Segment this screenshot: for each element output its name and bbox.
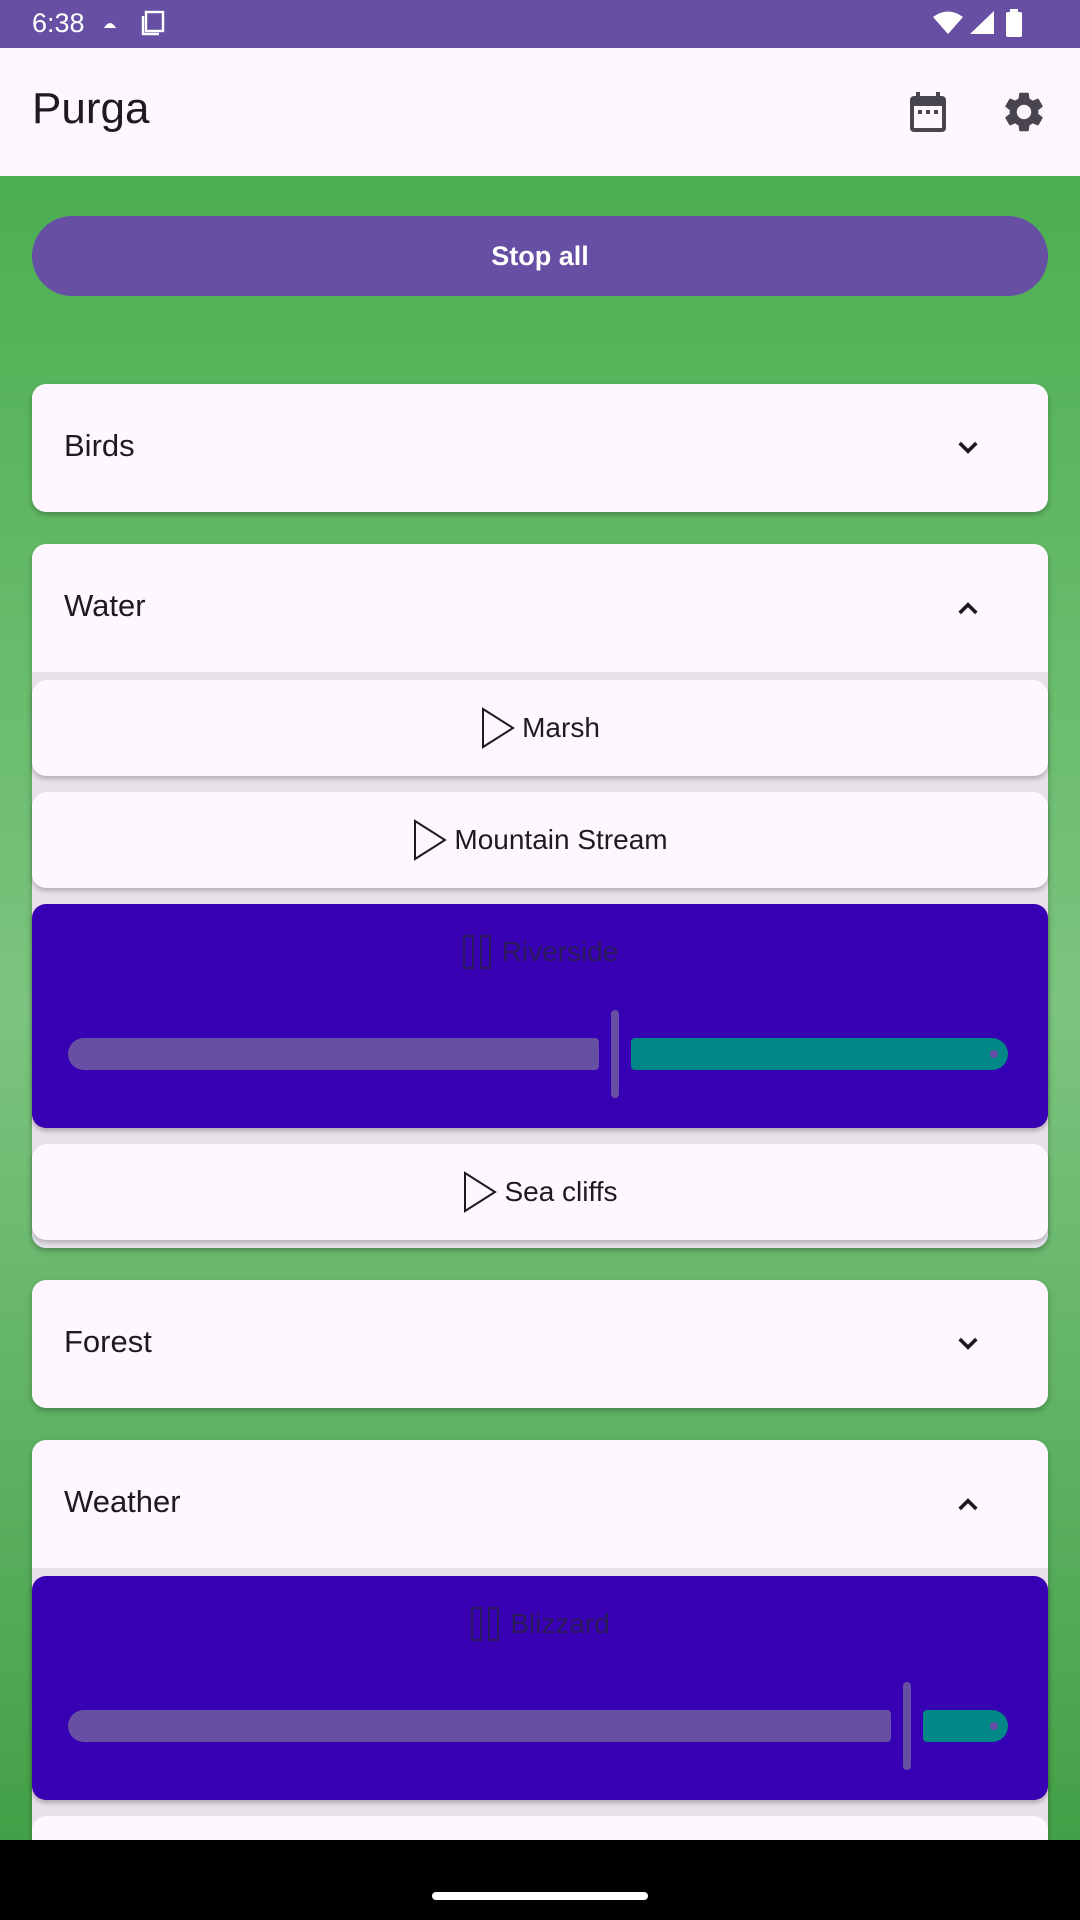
slider-inactive-track (631, 1038, 1008, 1070)
chevron-down-icon (958, 1337, 978, 1350)
calendar-icon[interactable] (904, 88, 952, 136)
slider-end-dot (990, 1050, 998, 1058)
chevron-down-icon (958, 441, 978, 454)
category-header-forest[interactable]: Forest (32, 1280, 1048, 1408)
sound-name: Sea cliffs (504, 1176, 618, 1207)
chevron-up-icon (958, 602, 978, 615)
category-water: Water Marsh Mountain Stream Riverside Se… (32, 544, 1048, 1248)
sound-item-riverside: Riverside (32, 904, 1048, 1128)
wifi-icon (933, 11, 963, 34)
sound-item-sea-cliffs[interactable]: Sea cliffs (32, 1144, 1048, 1240)
slider-thumb[interactable] (611, 1010, 619, 1098)
category-label: Water (64, 588, 146, 623)
slider-thumb[interactable] (903, 1682, 911, 1770)
chevron-up-icon (958, 1498, 978, 1511)
pause-icon (462, 935, 491, 969)
sound-name: Blizzard (510, 1608, 610, 1639)
category-forest: Forest (32, 1280, 1048, 1408)
slider-active-track (68, 1038, 599, 1070)
sound-name: Marsh (522, 712, 600, 743)
category-label: Forest (64, 1324, 152, 1359)
volume-slider-blizzard[interactable] (68, 1682, 1044, 1770)
play-icon (464, 1171, 498, 1213)
sound-item-marsh[interactable]: Marsh (32, 680, 1048, 776)
play-icon (414, 819, 448, 861)
play-icon (482, 707, 515, 749)
sound-item-blizzard: Blizzard (32, 1576, 1048, 1800)
sound-name: Mountain Stream (454, 824, 668, 855)
status-time: 6:38 (32, 8, 85, 38)
category-header-weather[interactable]: Weather (32, 1440, 1048, 1568)
category-birds: Birds (32, 384, 1048, 512)
category-header-water[interactable]: Water (32, 544, 1048, 672)
sound-name: Riverside (501, 936, 619, 967)
home-gesture-handle[interactable] (432, 1892, 648, 1900)
sound-item-mountain-stream[interactable]: Mountain Stream (32, 792, 1048, 888)
app-title: Purga (32, 84, 150, 133)
cell-signal-icon (970, 11, 994, 34)
navigation-bar (0, 1872, 1080, 1920)
battery-icon (1006, 9, 1022, 37)
sound-item-partial[interactable] (32, 1816, 1048, 1840)
slider-end-dot (990, 1722, 998, 1730)
sound-list[interactable]: Stop all Birds Water Marsh Mountain Stre… (0, 176, 1080, 1840)
status-bar: 6:38 (0, 0, 1080, 48)
category-header-birds[interactable]: Birds (32, 384, 1048, 512)
volume-slider-riverside[interactable] (68, 1010, 1044, 1098)
sound-toggle-blizzard[interactable]: Blizzard (32, 1606, 1048, 1642)
settings-icon[interactable] (1000, 88, 1048, 136)
sound-list-water: Marsh Mountain Stream Riverside Sea clif… (32, 672, 1048, 1248)
category-label: Birds (64, 428, 135, 463)
sound-list-weather: Blizzard (32, 1568, 1048, 1840)
notification-icon (104, 23, 116, 28)
screenshot-icon (141, 10, 165, 36)
stop-all-button[interactable]: Stop all (32, 216, 1048, 296)
slider-active-track (68, 1710, 891, 1742)
category-label: Weather (64, 1484, 181, 1519)
sound-toggle-riverside[interactable]: Riverside (32, 934, 1048, 970)
pause-icon (471, 1607, 500, 1641)
category-weather: Weather Blizzard (32, 1440, 1048, 1840)
app-bar: Purga (0, 48, 1080, 176)
